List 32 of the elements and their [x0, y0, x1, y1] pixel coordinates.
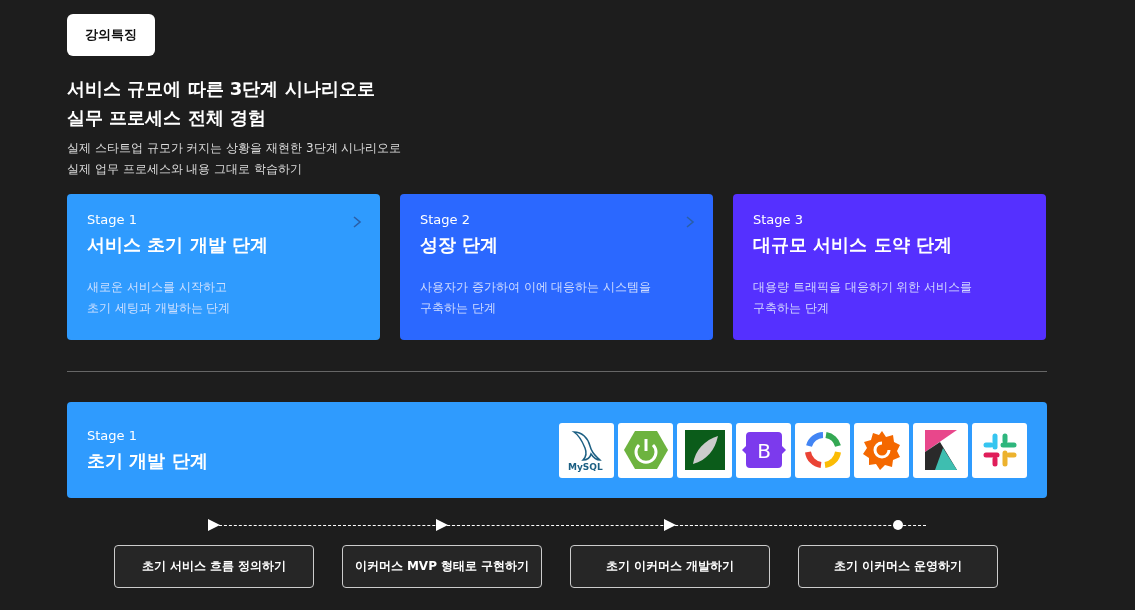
ring-icon	[802, 430, 843, 470]
leaf-icon	[684, 430, 725, 470]
stage-label: Stage 1	[87, 212, 138, 227]
stage-label: Stage 1	[87, 427, 138, 443]
headline: 실무 프로세스 전체 경험	[67, 106, 267, 130]
step-button[interactable]: 초기 이커머스 운영하기	[798, 545, 998, 588]
description: 실제 업무 프로세스와 내용 그대로 학습하기	[67, 161, 304, 178]
stage-title: 초기 개발 단계	[87, 448, 208, 473]
stage-title: 대규모 서비스 도약 단계	[753, 233, 953, 257]
stage-description: 대용량 트래픽을 대응하기 위한 서비스를	[753, 279, 974, 296]
section-badge: 강의특징	[67, 14, 155, 56]
k-shape-icon	[924, 430, 957, 470]
step-button[interactable]: 이커머스 MVP 형태로 구현하기	[342, 545, 542, 588]
stage-card[interactable]: Stage 3 대규모 서비스 도약 단계 대용량 트래픽을 대응하기 위한 서비스를 구축하는 단계	[733, 194, 1046, 340]
step-button[interactable]: 초기 이커머스 개발하기	[570, 545, 770, 588]
stage-label: Stage 2	[420, 212, 471, 227]
letter-b-icon: B	[741, 432, 786, 468]
stage-label: Stage 3	[753, 212, 804, 227]
spiral-gear-icon	[861, 429, 902, 471]
stage-description: 구축하는 단계	[420, 300, 497, 317]
hash-icon	[982, 433, 1017, 467]
stage-card[interactable]: Stage 2 성장 단계 사용자가 증가하여 이에 대응하는 시스템을 구축하는 단계	[400, 194, 713, 340]
stage-description: 새로운 서비스를 시작하고	[87, 279, 228, 296]
stage-description: 구축하는 단계	[753, 300, 830, 317]
stage-description: 사용자가 증가하여 이에 대응하는 시스템을	[420, 279, 653, 296]
description: 실제 스타트업 규모가 커지는 상황을 재현한 3단계 시나리오로	[67, 140, 403, 157]
step-button[interactable]: 초기 서비스 흐름 정의하기	[114, 545, 314, 588]
power-hexagon-icon	[623, 430, 668, 470]
stage-description: 초기 세팅과 개발하는 단계	[87, 300, 232, 317]
headline: 서비스 규모에 따른 3단계 시나리오로	[67, 77, 376, 101]
stage-title: 서비스 초기 개발 단계	[87, 233, 269, 257]
stage-title: 성장 단계	[420, 233, 500, 257]
